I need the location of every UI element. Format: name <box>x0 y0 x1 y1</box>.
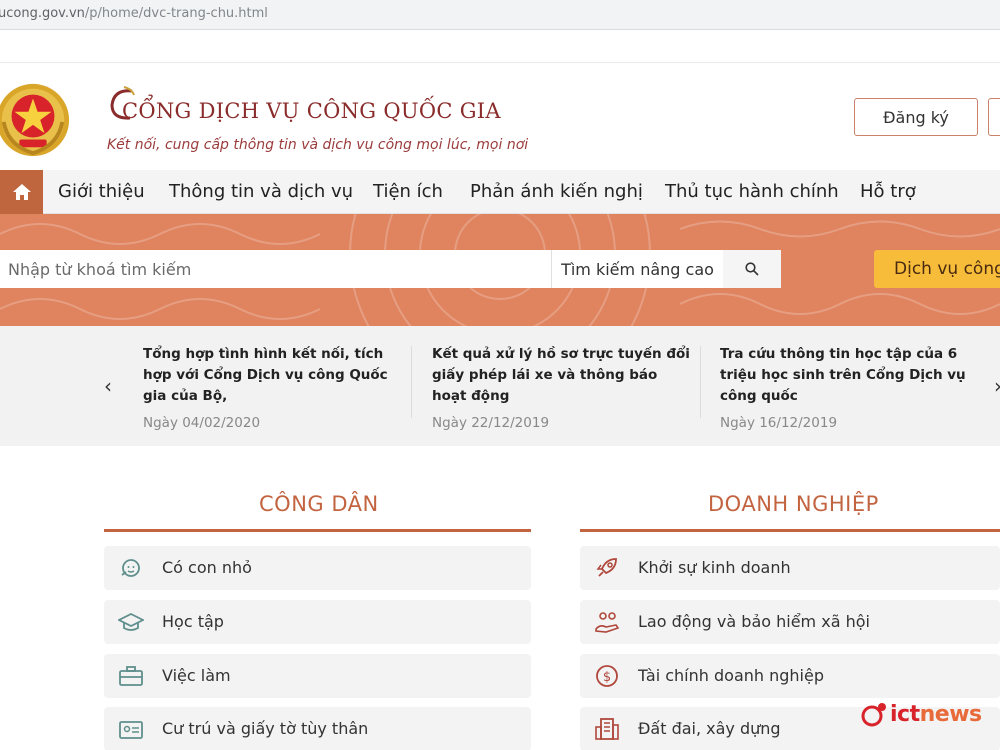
news-date: Ngày 04/02/2020 <box>143 415 261 431</box>
search-input[interactable] <box>0 250 551 288</box>
ictnews-logo-icon <box>861 703 886 727</box>
category-label: Khởi sự kinh doanh <box>638 558 791 577</box>
category-label: Học tập <box>162 612 224 631</box>
watermark-news: news <box>919 701 983 727</box>
search-button[interactable] <box>723 250 781 288</box>
watermark-ict: ict <box>890 701 920 727</box>
briefcase-icon <box>119 666 143 686</box>
category-viec-lam[interactable]: Việc làm <box>104 654 531 698</box>
news-title[interactable]: Tra cứu thông tin học tập của 6 triệu họ… <box>720 344 980 407</box>
people-hand-icon <box>595 612 620 633</box>
news-date: Ngày 22/12/2019 <box>432 415 550 431</box>
business-divider <box>580 529 1000 532</box>
login-button[interactable] <box>988 98 1000 136</box>
category-label: Có con nhỏ <box>162 558 252 577</box>
brand-title: CỔNG DỊCH VỤ CÔNG QUỐC GIA <box>122 99 501 123</box>
public-service-button[interactable]: Dịch vụ công <box>874 250 1000 288</box>
graduation-cap-icon <box>118 612 144 631</box>
search-band: Tìm kiếm nâng cao Dịch vụ công <box>0 214 1000 326</box>
citizen-section-title: CÔNG DÂN <box>259 492 379 516</box>
category-khoi-su-kinh-doanh[interactable]: Khởi sự kinh doanh <box>580 546 1000 590</box>
news-divider <box>411 346 412 418</box>
search-icon <box>745 262 759 276</box>
category-label: Đất đai, xây dựng <box>638 719 781 738</box>
advanced-search-button[interactable]: Tìm kiếm nâng cao <box>551 250 723 288</box>
category-label: Tài chính doanh nghiệp <box>638 666 824 685</box>
category-label: Việc làm <box>162 666 231 685</box>
news-item[interactable]: Tra cứu thông tin học tập của 6 triệu họ… <box>720 344 980 431</box>
nav-item-gioi-thieu[interactable]: Giới thiệu <box>58 181 145 202</box>
news-title[interactable]: Kết quả xử lý hồ sơ trực tuyến đổi giấy … <box>432 344 692 407</box>
brand-slogan: Kết nối, cung cấp thông tin và dịch vụ c… <box>107 137 529 153</box>
carousel-next-icon[interactable]: › <box>994 374 1000 398</box>
building-icon <box>595 718 619 740</box>
nav-item-thu-tuc-hanh-chinh[interactable]: Thủ tục hành chính <box>665 181 839 202</box>
id-card-icon <box>119 721 143 739</box>
national-emblem-icon[interactable] <box>0 81 72 159</box>
nav-item-thong-tin-dich-vu[interactable]: Thông tin và dịch vụ <box>169 181 353 202</box>
category-label: Lao động và bảo hiểm xã hội <box>638 612 870 631</box>
ictnews-watermark: ict news <box>860 700 982 728</box>
url-text: ucong.gov.vn/p/home/dvc-trang-chu.html <box>0 6 268 21</box>
news-item[interactable]: Tổng hợp tình hình kết nối, tích hợp với… <box>143 344 403 431</box>
nav-item-phan-anh-kien-nghi[interactable]: Phản ánh kiến nghị <box>470 181 643 202</box>
category-cu-tru[interactable]: Cư trú và giấy tờ tùy thân <box>104 707 531 750</box>
home-icon <box>12 184 31 200</box>
category-lao-dong-bhxh[interactable]: Lao động và bảo hiểm xã hội <box>580 600 1000 644</box>
category-co-con-nho[interactable]: Có con nhỏ <box>104 546 531 590</box>
nav-item-tien-ich[interactable]: Tiện ích <box>373 181 443 202</box>
nav-home-button[interactable] <box>0 170 43 214</box>
nav-item-ho-tro[interactable]: Hỗ trợ <box>860 181 916 202</box>
dollar-icon: $ <box>596 665 618 687</box>
site-header: CỔNG DỊCH VỤ CÔNG QUỐC GIA Kết nối, cung… <box>0 62 1000 170</box>
business-section-title: DOANH NGHIỆP <box>708 492 879 516</box>
category-label: Cư trú và giấy tờ tùy thân <box>162 719 369 738</box>
main-nav: Giới thiệu Thông tin và dịch vụ Tiện ích… <box>0 170 1000 214</box>
citizen-divider <box>104 529 531 532</box>
news-item[interactable]: Kết quả xử lý hồ sơ trực tuyến đổi giấy … <box>432 344 692 431</box>
carousel-prev-icon[interactable]: ‹ <box>104 374 112 398</box>
news-divider <box>700 346 701 418</box>
svg-text:$: $ <box>603 670 611 685</box>
category-hoc-tap[interactable]: Học tập <box>104 600 531 644</box>
address-bar[interactable]: ucong.gov.vn/p/home/dvc-trang-chu.html <box>0 0 1000 30</box>
news-carousel: ‹ Tổng hợp tình hình kết nối, tích hợp v… <box>0 326 1000 446</box>
rocket-icon <box>596 558 617 577</box>
news-date: Ngày 16/12/2019 <box>720 415 838 431</box>
category-tai-chinh-doanh-nghiep[interactable]: $ Tài chính doanh nghiệp <box>580 654 1000 698</box>
baby-icon <box>121 559 140 577</box>
news-title[interactable]: Tổng hợp tình hình kết nối, tích hợp với… <box>143 344 403 407</box>
register-button[interactable]: Đăng ký <box>854 98 978 136</box>
